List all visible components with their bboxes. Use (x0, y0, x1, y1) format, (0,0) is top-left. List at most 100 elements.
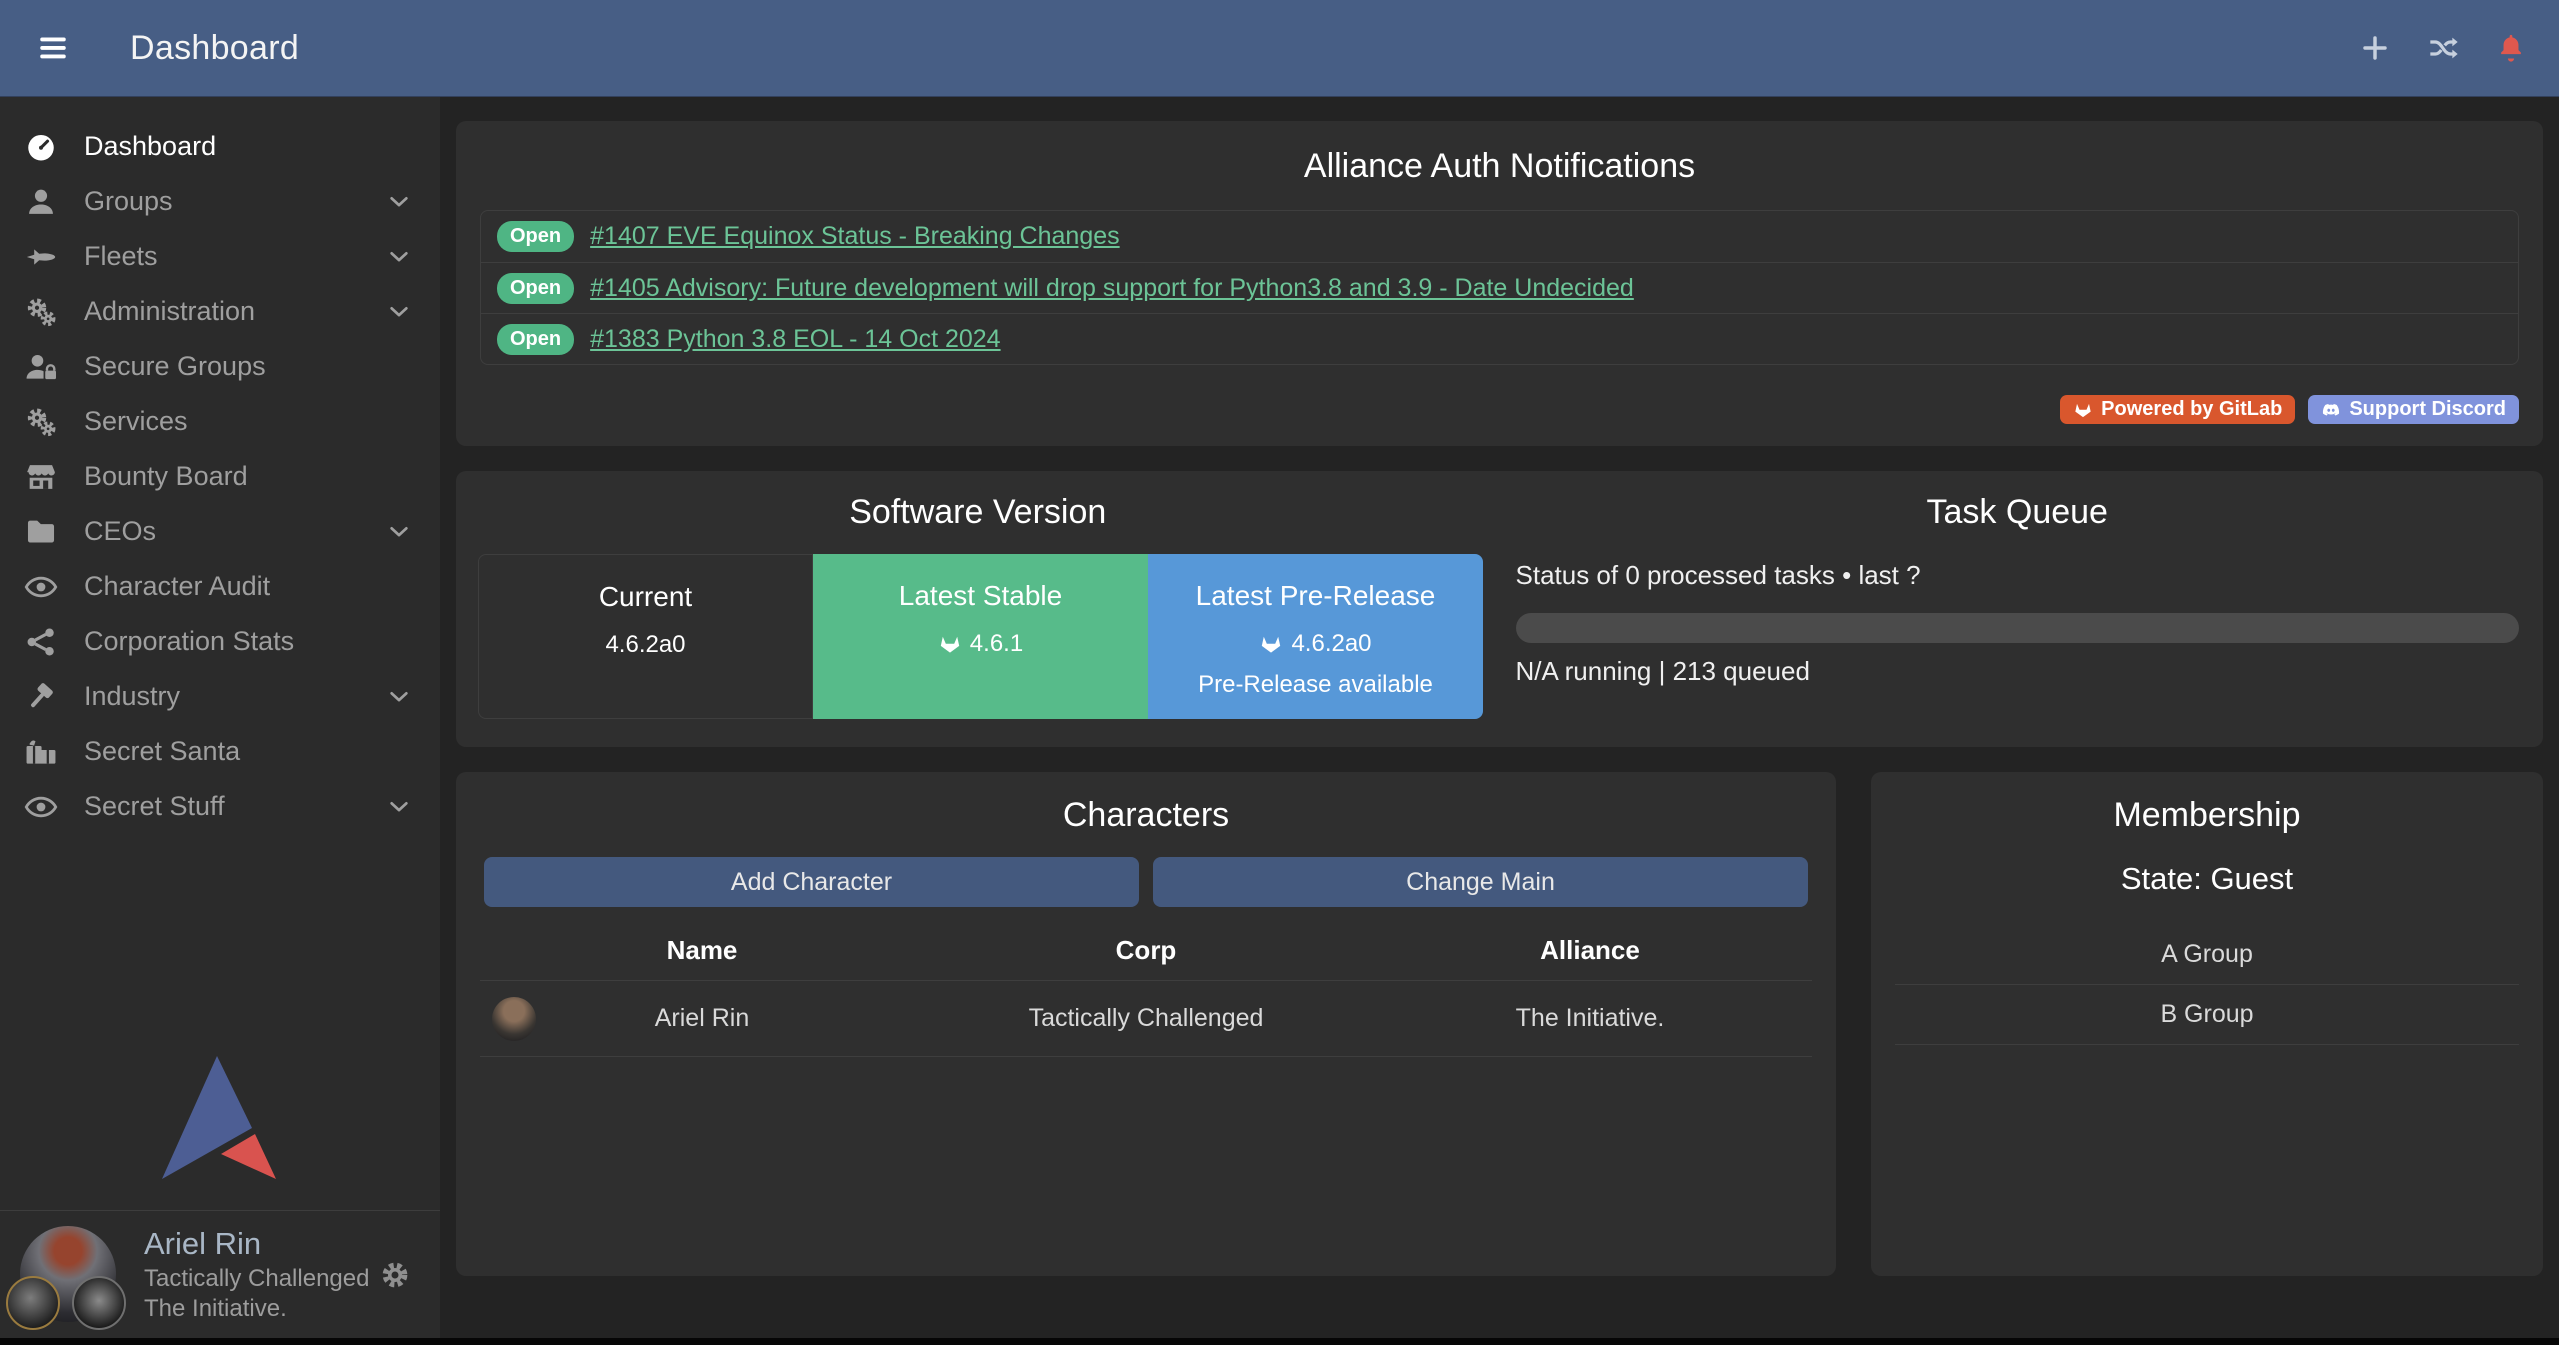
gifts-icon (24, 735, 58, 769)
character-corp-cell: Tactically Challenged (924, 1004, 1368, 1033)
hamburger-menu-icon[interactable] (32, 31, 74, 65)
notification-row: Open #1383 Python 3.8 EOL - 14 Oct 2024 (481, 313, 2518, 364)
sidebar-item-ceos[interactable]: CEOs (0, 504, 440, 559)
sidebar-item-services[interactable]: Services (0, 394, 440, 449)
task-queue-status: Status of 0 processed tasks • last ? (1516, 560, 2520, 591)
sidebar-item-administration[interactable]: Administration (0, 284, 440, 339)
notification-link[interactable]: #1407 EVE Equinox Status - Breaking Chan… (590, 222, 1120, 251)
sidebar-item-character-audit[interactable]: Character Audit (0, 559, 440, 614)
sidebar-spacer (0, 834, 440, 1054)
sidebar-item-bounty-board[interactable]: Bounty Board (0, 449, 440, 504)
character-name-cell: Ariel Rin (480, 1004, 924, 1033)
sidebar-item-secret-stuff[interactable]: Secret Stuff (0, 779, 440, 834)
version-number-text: 4.6.2a0 (1291, 630, 1371, 658)
sidebar-item-industry[interactable]: Industry (0, 669, 440, 724)
sidebar-item-label: CEOs (84, 516, 156, 547)
chevron-down-icon (382, 518, 416, 545)
change-main-button[interactable]: Change Main (1153, 857, 1808, 907)
sidebar-item-label: Groups (84, 186, 173, 217)
settings-gear-icon[interactable] (380, 1260, 410, 1290)
navbar-actions (2359, 32, 2527, 64)
sidebar-item-corporation-stats[interactable]: Corporation Stats (0, 614, 440, 669)
share-icon (24, 625, 58, 659)
column-header-corp: Corp (924, 935, 1368, 966)
chevron-down-icon (382, 243, 416, 270)
gitlab-icon (938, 632, 962, 656)
user-info: Ariel Rin Tactically Challenged The Init… (144, 1225, 369, 1324)
sidebar-item-label: Dashboard (84, 131, 216, 162)
membership-group-item: B Group (1895, 985, 2519, 1045)
chevron-down-icon (382, 298, 416, 325)
powered-by-gitlab-badge[interactable]: Powered by GitLab (2060, 395, 2295, 424)
status-badge: Open (497, 221, 574, 252)
sidebar-item-label: Services (84, 406, 188, 437)
sidebar-item-secret-santa[interactable]: Secret Santa (0, 724, 440, 779)
sidebar-nav: Dashboard Groups Fleets Administration Secur… (0, 97, 440, 834)
status-badge: Open (497, 324, 574, 355)
sidebar-item-label: Corporation Stats (84, 626, 294, 657)
shuffle-icon[interactable] (2427, 32, 2459, 64)
jet-icon (24, 240, 58, 274)
sidebar-item-label: Industry (84, 681, 180, 712)
corp-logo-badge (6, 1276, 60, 1330)
sidebar-item-label: Administration (84, 296, 255, 327)
version-number: 4.6.2a0 (1259, 630, 1371, 658)
notification-link[interactable]: #1405 Advisory: Future development will … (590, 274, 1634, 303)
alliance-auth-logo (0, 1054, 440, 1182)
software-version-section: Software Version Current4.6.2a0Latest St… (456, 493, 1500, 747)
task-queue-title: Task Queue (1516, 493, 2520, 532)
user-icon (24, 185, 58, 219)
membership-panel: Membership State: Guest A GroupB Group (1871, 772, 2543, 1276)
task-queue-progressbar (1516, 613, 2520, 643)
gitlab-icon (2073, 400, 2093, 420)
alliance-auth-app: Dashboard Dashboard Groups Fleets Administr… (0, 0, 2559, 1345)
sidebar-item-label: Character Audit (84, 571, 270, 602)
badge-label: Powered by GitLab (2101, 398, 2282, 421)
chevron-down-icon (382, 683, 416, 710)
characters-table-header: NameCorpAlliance (480, 935, 1812, 966)
add-character-icon[interactable] (2359, 32, 2391, 64)
add-character-button[interactable]: Add Character (484, 857, 1139, 907)
sidebar-item-secure-groups[interactable]: Secure Groups (0, 339, 440, 394)
support-discord-badge[interactable]: Support Discord (2308, 395, 2519, 424)
sidebar: Dashboard Groups Fleets Administration Secur… (0, 97, 440, 1338)
character-portrait (492, 997, 536, 1041)
characters-table-body: Ariel RinTactically ChallengedThe Initia… (480, 981, 1812, 1057)
main-content: Alliance Auth Notifications Open#1407 EV… (440, 97, 2559, 1338)
sidebar-item-groups[interactable]: Groups (0, 174, 440, 229)
top-navbar: Dashboard (0, 0, 2559, 97)
user-lock-icon (24, 350, 58, 384)
notification-link[interactable]: #1383 Python 3.8 EOL - 14 Oct 2024 (590, 325, 1000, 354)
software-version-title: Software Version (456, 493, 1500, 532)
version-note: Pre-Release available (1198, 671, 1433, 699)
sidebar-item-fleets[interactable]: Fleets (0, 229, 440, 284)
membership-state: State: Guest (1871, 861, 2543, 897)
membership-title: Membership (1871, 796, 2543, 835)
chevron-down-icon (382, 188, 416, 215)
membership-group-item: A Group (1895, 925, 2519, 985)
sidebar-item-label: Secret Stuff (84, 791, 225, 822)
notifications-list: Open #1407 EVE Equinox Status - Breaking … (480, 210, 2519, 365)
version-number-text: 4.6.2a0 (605, 631, 685, 659)
sidebar-item-label: Secret Santa (84, 736, 240, 767)
sidebar-item-dashboard[interactable]: Dashboard (0, 119, 440, 174)
notification-row: Open #1407 EVE Equinox Status - Breaking … (481, 211, 2518, 262)
characters-table: NameCorpAlliance Ariel RinTactically Cha… (480, 935, 1812, 1057)
characters-buttons: Add Character Change Main (484, 857, 1808, 907)
version-number-text: 4.6.1 (970, 630, 1023, 658)
notifications-bell-icon[interactable] (2495, 32, 2527, 64)
gears-icon (24, 405, 58, 439)
eye-icon (24, 790, 58, 824)
version-box-label: Latest Stable (899, 580, 1062, 612)
user-corp: Tactically Challenged (144, 1264, 369, 1294)
status-badge: Open (497, 273, 574, 304)
sidebar-item-label: Fleets (84, 241, 158, 272)
version-box-latest-stable: Latest Stable 4.6.1 (813, 554, 1148, 719)
gitlab-icon (1259, 632, 1283, 656)
notification-row: Open #1405 Advisory: Future development w… (481, 262, 2518, 313)
version-box-current: Current4.6.2a0 (478, 554, 813, 719)
gears-icon (24, 295, 58, 329)
sidebar-item-label: Bounty Board (84, 461, 248, 492)
version-box-latest-pre-release: Latest Pre-Release4.6.2a0Pre-Release ava… (1148, 554, 1483, 719)
badge-label: Support Discord (2349, 398, 2506, 421)
